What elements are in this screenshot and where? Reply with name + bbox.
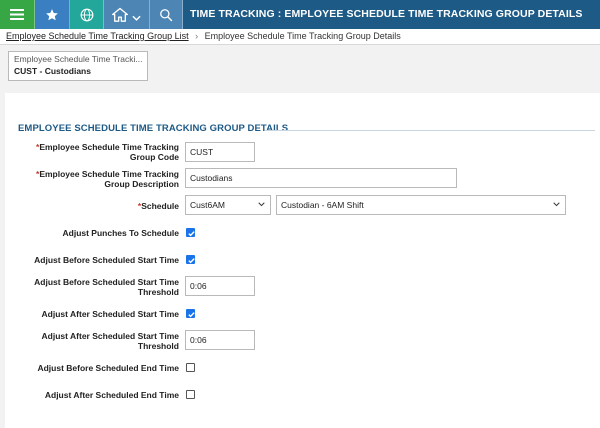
globe-icon bbox=[80, 8, 93, 21]
breadcrumb-link-group-list[interactable]: Employee Schedule Time Tracking Group Li… bbox=[6, 31, 189, 41]
star-icon bbox=[46, 8, 58, 20]
group-description-label: *Employee Schedule Time Tracking Group D… bbox=[36, 169, 179, 189]
adjust-punches-checkbox[interactable] bbox=[186, 228, 195, 237]
home-icon bbox=[112, 7, 128, 22]
checkmark-icon bbox=[188, 312, 195, 318]
breadcrumb-current: Employee Schedule Time Tracking Group De… bbox=[204, 31, 401, 41]
adjust-after-end-checkbox[interactable] bbox=[186, 390, 195, 399]
adjust-before-start-label: Adjust Before Scheduled Start Time bbox=[34, 255, 179, 265]
adjust-before-start-checkbox[interactable] bbox=[186, 255, 195, 264]
record-summary-card[interactable]: Employee Schedule Time Tracki... CUST - … bbox=[8, 51, 148, 81]
record-card-value: CUST - Custodians bbox=[14, 66, 91, 76]
menu-icon bbox=[10, 9, 24, 20]
search-button[interactable] bbox=[150, 0, 183, 29]
globe-button[interactable] bbox=[70, 0, 104, 29]
section-divider bbox=[265, 130, 595, 131]
group-description-input[interactable]: Custodians bbox=[185, 168, 457, 188]
chevron-down-icon bbox=[553, 202, 560, 207]
page-title: TIME TRACKING : EMPLOYEE SCHEDULE TIME T… bbox=[190, 8, 583, 20]
home-button[interactable] bbox=[104, 0, 150, 29]
after-start-threshold-input[interactable]: 0:06 bbox=[185, 330, 255, 350]
adjust-punches-label: Adjust Punches To Schedule bbox=[62, 228, 180, 238]
details-panel: EMPLOYEE SCHEDULE TIME TRACKING GROUP DE… bbox=[5, 93, 600, 428]
schedule-label: *Schedule bbox=[137, 201, 179, 211]
chevron-down-icon[interactable] bbox=[132, 15, 141, 22]
menu-button[interactable] bbox=[0, 0, 35, 29]
checkmark-icon bbox=[188, 231, 195, 237]
breadcrumb-separator-icon: › bbox=[195, 31, 199, 41]
section-title: EMPLOYEE SCHEDULE TIME TRACKING GROUP DE… bbox=[18, 123, 289, 134]
search-icon bbox=[160, 8, 173, 21]
chevron-down-icon bbox=[258, 202, 265, 207]
breadcrumb: Employee Schedule Time Tracking Group Li… bbox=[0, 29, 600, 45]
group-code-input[interactable]: CUST bbox=[185, 142, 255, 162]
before-start-threshold-label: Adjust Before Scheduled Start Time Thres… bbox=[34, 277, 179, 297]
adjust-after-start-checkbox[interactable] bbox=[186, 309, 195, 318]
after-start-threshold-label: Adjust After Scheduled Start Time Thresh… bbox=[41, 331, 179, 351]
adjust-before-end-label: Adjust Before Scheduled End Time bbox=[37, 363, 179, 373]
record-card-caption: Employee Schedule Time Tracki... bbox=[14, 54, 142, 64]
adjust-after-end-label: Adjust After Scheduled End Time bbox=[44, 390, 179, 400]
before-start-threshold-input[interactable]: 0:06 bbox=[185, 276, 255, 296]
group-code-label: *Employee Schedule Time Tracking Group C… bbox=[36, 142, 179, 162]
checkmark-icon bbox=[188, 258, 195, 264]
top-navigation-bar: TIME TRACKING : EMPLOYEE SCHEDULE TIME T… bbox=[0, 0, 600, 29]
schedule-name-select[interactable]: Custodian - 6AM Shift bbox=[276, 195, 566, 215]
adjust-before-end-checkbox[interactable] bbox=[186, 363, 195, 372]
adjust-after-start-label: Adjust After Scheduled Start Time bbox=[41, 309, 179, 319]
schedule-code-select[interactable]: Cust6AM bbox=[185, 195, 271, 215]
favorites-button[interactable] bbox=[35, 0, 70, 29]
